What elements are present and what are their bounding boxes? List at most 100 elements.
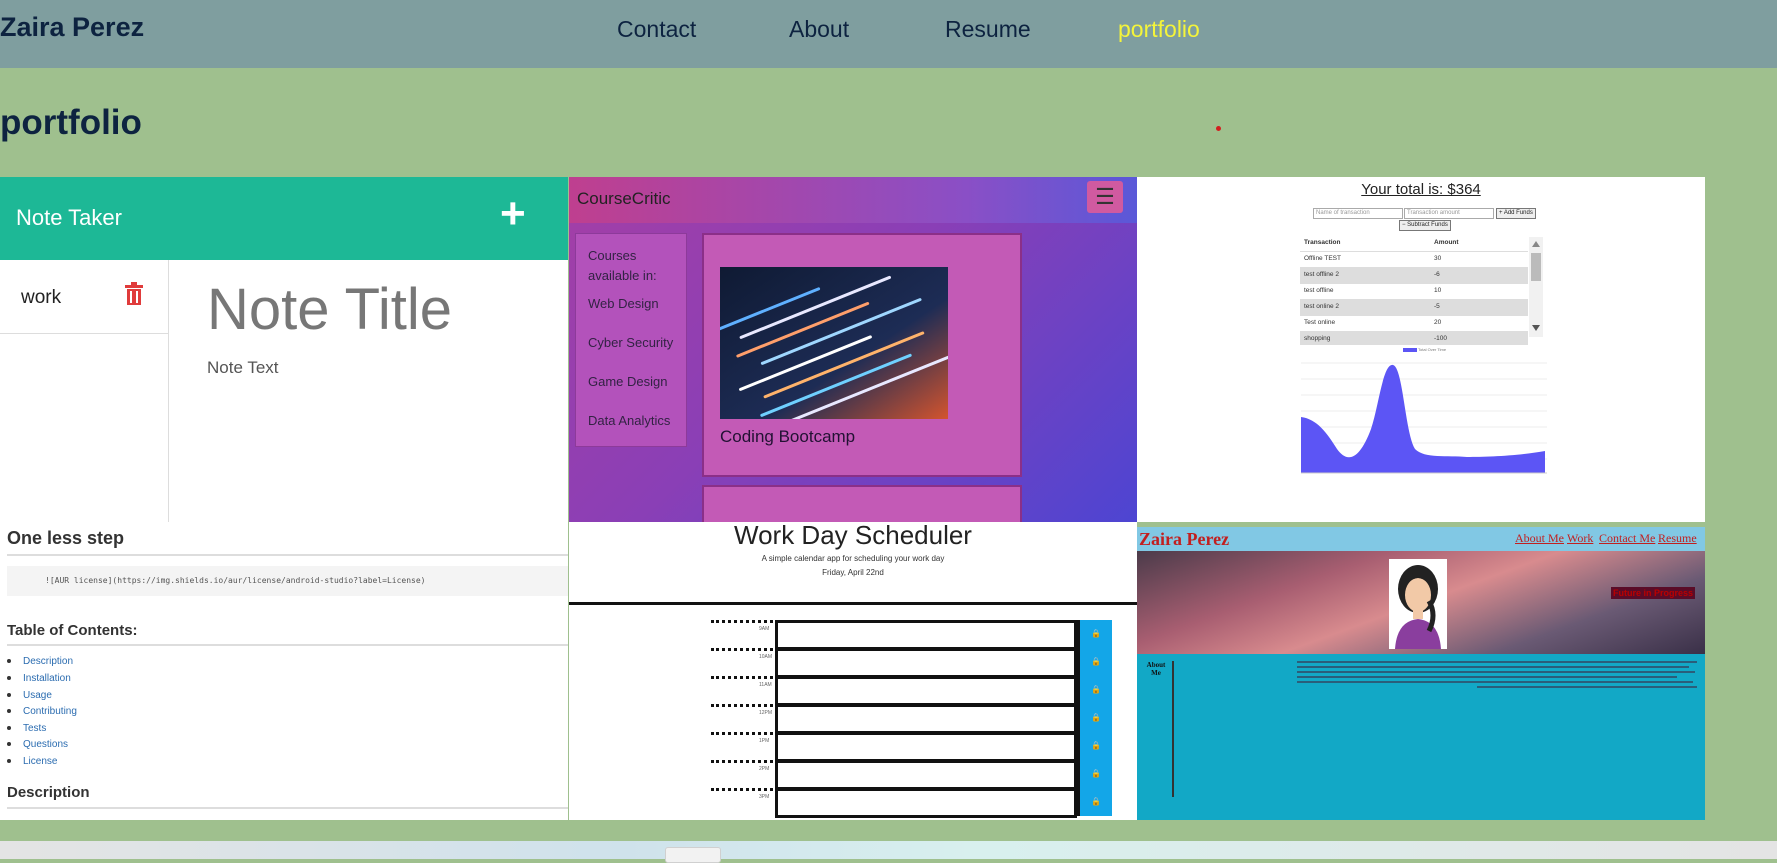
note-list: work (0, 260, 169, 522)
funds-area-chart (1301, 362, 1547, 474)
time-block: 2PM 🔒 (569, 760, 1137, 790)
lock-icon[interactable]: 🔒 (1077, 788, 1112, 816)
budget-total: Your total is: $364 (1361, 181, 1481, 198)
coursecritic-sidebar: Courses available in: Web Design Cyber S… (575, 233, 687, 447)
note-title-field[interactable]: Note Title (207, 276, 452, 343)
toc-link-license[interactable]: License (7, 756, 57, 767)
link-about-me[interactable]: About Me (1515, 531, 1564, 546)
about-me-paragraph (1297, 661, 1697, 701)
project-card-readme[interactable]: One less step ![AUR license](https://img… (0, 522, 568, 820)
note-item-label: work (21, 287, 62, 308)
event-textarea[interactable] (775, 788, 1077, 818)
toc-heading: Table of Contents: (7, 622, 138, 639)
lock-icon[interactable]: 🔒 (1077, 648, 1112, 676)
toc-link-questions[interactable]: Questions (7, 739, 68, 750)
note-list-item[interactable]: work (0, 260, 168, 334)
project-card-personal-site[interactable]: Zaira Perez About Me Work Contact Me Res… (1137, 527, 1705, 820)
sidebar-item-web-design[interactable]: Web Design (576, 286, 686, 311)
nav-contact[interactable]: Contact (617, 16, 696, 43)
note-taker-body: work Note Title Note Text (0, 260, 568, 522)
divider (569, 602, 1137, 605)
lock-icon[interactable]: 🔒 (1077, 760, 1112, 788)
event-textarea[interactable] (775, 732, 1077, 762)
table-row: shopping -100 (1300, 331, 1528, 345)
code-screen-image (720, 267, 948, 419)
hamburger-icon[interactable]: ☰ (1087, 181, 1123, 213)
table-row: test offline 10 (1300, 283, 1528, 300)
toc-link-installation[interactable]: Installation (7, 673, 71, 684)
table-row: Offline TEST 30 (1300, 251, 1528, 268)
table-row: test online 2 -5 (1300, 299, 1528, 316)
course-card-caption: Coding Bootcamp (720, 427, 856, 446)
add-funds-button[interactable]: + Add Funds (1496, 208, 1536, 219)
time-block: 3PM 🔒 (569, 788, 1137, 818)
sidebar-heading: Courses available in: (588, 248, 657, 283)
project-card-budget-tracker[interactable]: Your total is: $364 Name of transaction … (1137, 177, 1705, 522)
avatar (1389, 559, 1447, 649)
toc-link-tests[interactable]: Tests (7, 723, 46, 734)
sidebar-item-game-design[interactable]: Game Design (576, 350, 686, 389)
toc-link-contributing[interactable]: Contributing (7, 706, 77, 717)
table-row: Test online 20 (1300, 315, 1528, 332)
divider (7, 554, 568, 556)
event-textarea[interactable] (775, 620, 1077, 650)
sidebar-item-data-analytics[interactable]: Data Analytics (576, 389, 686, 428)
project-card-coursecritic[interactable]: CourseCritic ☰ Courses available in: Web… (569, 177, 1137, 522)
site-brand[interactable]: Zaira Perez (0, 12, 144, 43)
toc-link-description[interactable]: Description (7, 656, 73, 667)
link-work[interactable]: Work (1567, 531, 1593, 546)
time-block: 9AM 🔒 (569, 620, 1137, 650)
sidebar-item-cyber-security[interactable]: Cyber Security (576, 311, 686, 350)
subtract-funds-button[interactable]: − Subtract Funds (1399, 220, 1451, 231)
transactions-table: Transaction Amount Offline TEST 30 test o… (1300, 235, 1528, 345)
scheduler-date: Friday, April 22nd (822, 568, 884, 577)
nav-resume[interactable]: Resume (945, 16, 1031, 43)
link-resume[interactable]: Resume (1658, 531, 1697, 546)
plus-icon[interactable]: + (500, 189, 526, 239)
lock-icon[interactable]: 🔒 (1077, 732, 1112, 760)
toc-link-usage[interactable]: Usage (7, 690, 52, 701)
coursecritic-brand: CourseCritic (577, 189, 671, 208)
transaction-name-input[interactable]: Name of transaction (1313, 208, 1403, 219)
future-in-progress-banner: Future in Progress (1611, 587, 1696, 599)
coursecritic-navbar: CourseCritic ☰ (569, 177, 1137, 223)
lock-icon[interactable]: 🔒 (1077, 704, 1112, 732)
table-scrollbar[interactable] (1529, 237, 1543, 337)
time-block: 12PM 🔒 (569, 704, 1137, 734)
time-block: 1PM 🔒 (569, 732, 1137, 762)
lock-icon[interactable]: 🔒 (1077, 620, 1112, 648)
nav-about[interactable]: About (789, 16, 849, 43)
nav-portfolio[interactable]: portfolio (1118, 16, 1200, 43)
about-me-label: About Me (1146, 661, 1166, 677)
event-textarea[interactable] (775, 676, 1077, 706)
course-card-2[interactable] (702, 485, 1022, 522)
note-taker-header: Note Taker + (0, 177, 568, 260)
note-text-field[interactable]: Note Text (207, 358, 279, 378)
personal-site-navbar: Zaira Perez About Me Work Contact Me Res… (1137, 527, 1705, 551)
scheduler-subtitle: A simple calendar app for scheduling you… (761, 554, 945, 563)
course-card[interactable]: Coding Bootcamp (702, 233, 1022, 477)
scheduler-title: Work Day Scheduler (734, 522, 972, 550)
section-heading: Description (7, 784, 90, 801)
table-row: test offline 2 -6 (1300, 267, 1528, 284)
event-textarea[interactable] (775, 760, 1077, 790)
code-block: ![AUR license](https://img.shields.io/au… (7, 566, 568, 596)
page-footer (0, 841, 1777, 859)
transaction-amount-input[interactable]: Transaction amount (1404, 208, 1494, 219)
project-card-note-taker[interactable]: Note Taker + work Note Title Note Text (0, 177, 568, 522)
chart-legend: Total Over Time (1403, 347, 1446, 352)
readme-heading: One less step (7, 528, 125, 548)
event-textarea[interactable] (775, 648, 1077, 678)
lock-icon[interactable]: 🔒 (1077, 676, 1112, 704)
table-header: Transaction Amount (1300, 235, 1528, 252)
red-dot-mark (1216, 126, 1221, 131)
divider (1172, 661, 1174, 797)
event-textarea[interactable] (775, 704, 1077, 734)
page-title: portfolio (0, 103, 142, 142)
time-block: 10AM 🔒 (569, 648, 1137, 678)
project-card-scheduler[interactable]: Work Day Scheduler A simple calendar app… (569, 522, 1137, 820)
link-contact-me[interactable]: Contact Me (1599, 531, 1655, 546)
trash-icon[interactable] (124, 282, 144, 306)
divider (7, 807, 568, 809)
time-block: 11AM 🔒 (569, 676, 1137, 706)
